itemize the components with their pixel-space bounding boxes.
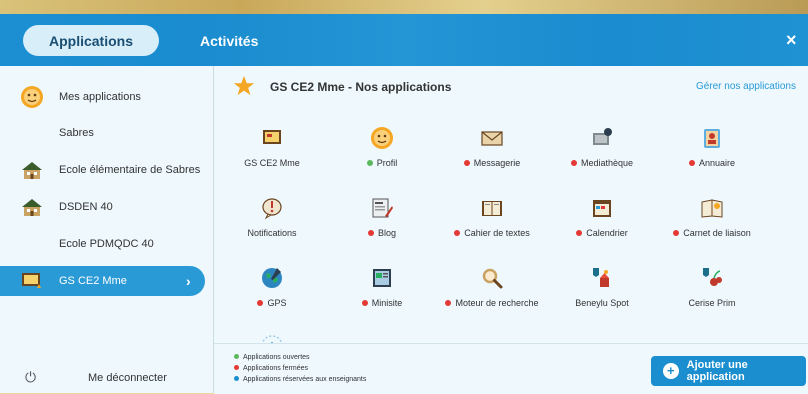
app-label: Mediathèque <box>552 158 652 168</box>
sidebar-item-gs-ce2[interactable]: GS CE2 Mme › <box>0 266 205 296</box>
sidebar-item-label: Ecole élémentaire de Sabres <box>59 164 201 176</box>
add-application-label: Ajouter une application <box>686 359 748 383</box>
status-dot <box>367 230 374 236</box>
class-board-icon <box>22 273 41 288</box>
logout-button[interactable]: ⏻ Me déconnecter <box>0 366 213 390</box>
applications-panel: Applications Activités × Mes application… <box>0 14 808 394</box>
manage-applications-link[interactable]: Gérer nos applications <box>696 81 796 92</box>
app-label: Moteur de recherche <box>442 298 542 308</box>
profile-face-icon <box>371 127 393 149</box>
plus-icon: + <box>663 363 679 379</box>
sidebar-item-label: Ecole PDMQDC 40 <box>59 238 154 250</box>
app-notifications[interactable]: Notifications <box>222 196 322 246</box>
app-label: Minisite <box>332 298 432 308</box>
app-label: Cerise Prim <box>688 298 736 308</box>
notification-icon <box>262 198 282 220</box>
app-gs-ce2[interactable]: GS CE2 Mme <box>222 126 322 176</box>
main-header: GS CE2 Mme - Nos applications Gérer nos … <box>214 66 808 106</box>
search-icon <box>482 268 503 289</box>
sidebar-item-label: GS CE2 Mme <box>59 275 127 287</box>
add-application-button[interactable]: + Ajouter une application <box>651 356 806 386</box>
app-minisite[interactable]: Minisite <box>332 266 432 316</box>
sidebar-item-ecole-elementaire[interactable]: Ecole élémentaire de Sabres <box>0 155 205 185</box>
app-blog[interactable]: Blog <box>332 196 432 246</box>
app-label: Carnet de liaison <box>662 228 762 238</box>
status-dot <box>463 160 470 166</box>
app-label: Profil <box>332 158 432 168</box>
background-image <box>0 0 808 14</box>
status-dot <box>570 160 577 166</box>
status-dot <box>257 300 264 306</box>
sidebar-item-dsden[interactable]: DSDEN 40 <box>0 192 205 222</box>
logout-label: Me déconnecter <box>88 372 167 384</box>
sidebar-item-ecole-pdmqdc[interactable]: Ecole PDMQDC 40 <box>0 229 205 259</box>
app-label: Annuaire <box>662 158 762 168</box>
calendar-icon <box>593 200 611 217</box>
sidebar-item-label: Mes applications <box>59 91 141 103</box>
status-dot <box>234 365 239 370</box>
status-dot <box>234 376 239 381</box>
sidebar-item-sabres[interactable]: Sabres <box>0 118 205 148</box>
status-dot <box>366 160 373 166</box>
app-label: GPS <box>222 298 322 308</box>
app-carnet-de-liaison[interactable]: Carnet de liaison <box>662 196 762 246</box>
legend: Applications ouvertes Applications fermé… <box>234 352 366 385</box>
school-house-icon <box>22 199 42 216</box>
blog-icon <box>372 198 393 218</box>
status-dot <box>454 230 461 236</box>
status-dot <box>673 230 680 236</box>
cerise-prim-icon <box>703 268 722 286</box>
sidebar-item-label: Sabres <box>59 127 94 139</box>
footer: Applications ouvertes Applications fermé… <box>214 343 808 394</box>
app-beneylu-spot[interactable]: Beneylu Spot <box>552 266 652 316</box>
app-profil[interactable]: Profil <box>332 126 432 176</box>
tab-applications[interactable]: Applications <box>23 25 159 56</box>
liaison-book-icon <box>701 199 723 218</box>
app-label: Calendrier <box>552 228 652 238</box>
legend-teachers: Applications réservées aux enseignants <box>234 374 366 385</box>
directory-icon <box>704 129 720 148</box>
top-bar: Applications Activités × <box>0 14 808 66</box>
app-label: Beneylu Spot <box>575 298 629 308</box>
sidebar-item-label: DSDEN 40 <box>59 201 113 213</box>
app-gps[interactable]: GPS <box>222 266 322 316</box>
app-annuaire[interactable]: Annuaire <box>662 126 762 176</box>
envelope-icon <box>481 131 503 146</box>
status-dot <box>576 230 583 236</box>
power-icon: ⏻ <box>25 369 37 385</box>
status-dot <box>688 160 695 166</box>
app-calendrier[interactable]: Calendrier <box>552 196 652 246</box>
app-mediatheque[interactable]: Mediathèque <box>552 126 652 176</box>
app-moteur-de-recherche[interactable]: Moteur de recherche <box>442 266 542 316</box>
notebook-icon <box>482 201 502 216</box>
media-library-icon <box>593 128 612 145</box>
app-label: Cahier de textes <box>442 228 542 238</box>
page-title: GS CE2 Mme - Nos applications <box>270 80 452 94</box>
close-icon[interactable]: × <box>786 28 797 52</box>
legend-open: Applications ouvertes <box>234 352 366 363</box>
sidebar: Mes applications Sabres Ecole élémentair… <box>0 66 214 393</box>
globe-icon <box>262 268 282 288</box>
app-cerise-prim[interactable]: Cerise Prim <box>662 266 762 316</box>
profile-face-icon <box>21 86 43 108</box>
app-label: GS CE2 Mme <box>244 158 300 168</box>
school-house-icon <box>22 162 42 179</box>
beneylu-spot-icon <box>593 268 609 287</box>
app-label: Messagerie <box>442 158 542 168</box>
app-label: Blog <box>332 228 432 238</box>
tab-activites[interactable]: Activités <box>200 25 258 56</box>
app-label: Notifications <box>247 228 297 238</box>
status-dot <box>234 354 239 359</box>
status-dot <box>445 300 452 306</box>
status-dot <box>361 300 368 306</box>
app-cahier-de-textes[interactable]: Cahier de textes <box>442 196 542 246</box>
app-messagerie[interactable]: Messagerie <box>442 126 542 176</box>
main-content: GS CE2 Mme - Nos applications Gérer nos … <box>214 66 808 394</box>
minisite-icon <box>373 269 391 287</box>
class-board-icon <box>263 130 281 144</box>
sidebar-item-mes-applications[interactable]: Mes applications <box>0 82 205 112</box>
star-icon <box>233 75 255 96</box>
chevron-right-icon: › <box>186 273 191 289</box>
legend-closed: Applications fermées <box>234 363 366 374</box>
